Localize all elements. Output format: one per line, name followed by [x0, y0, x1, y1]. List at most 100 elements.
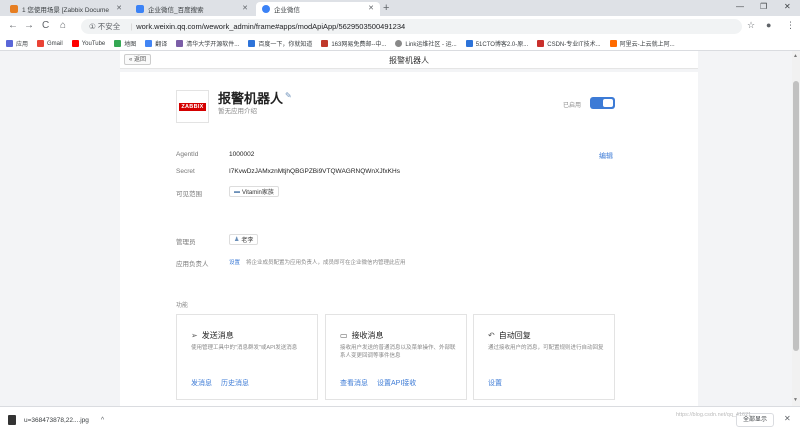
chevron-up-icon[interactable]: ^ — [101, 417, 104, 424]
bookmark-label: 阿里云-上云就上阿... — [619, 42, 675, 48]
edit-pencil-icon[interactable]: ✎ — [285, 91, 292, 100]
browser-toolbar: ← → C ⌂ ① 不安全 | work.weixin.qq.com/wewor… — [0, 16, 800, 37]
agentid-value: 1000002 — [229, 151, 255, 158]
download-filename: u=368473878,22....jpg — [24, 416, 89, 424]
bookmark-label: 翻译 — [155, 42, 168, 48]
owner-hint: 将企业成员配置为应用负责人，成员即可在企业微信内管理此应用 — [246, 260, 406, 266]
view-messages-link[interactable]: 查看消息 — [340, 380, 368, 387]
sub-header: « 返回 报警机器人 — [120, 51, 698, 69]
minimize-icon[interactable]: — — [736, 2, 744, 11]
baidu-icon — [248, 40, 256, 47]
auto-reply-card: ↶ 自动回复 通过接收用户的消息，可配置规则进行自动回复 设置 — [473, 314, 615, 400]
tab-title: 1 您使用场景 [Zabbix Docume — [22, 7, 110, 14]
close-window-icon[interactable]: ✕ — [784, 2, 791, 11]
bookmark-maps[interactable]: 地图 — [114, 39, 136, 48]
address-separator: | — [130, 22, 133, 31]
tab-title: 企业微信 — [274, 7, 300, 14]
url-text: work.weixin.qq.com/wework_admin/frame#ap… — [136, 22, 406, 31]
youtube-icon — [71, 40, 79, 47]
page-viewport: « 返回 报警机器人 ZABBIX 报警机器人 ✎ 暂无应用介绍 已启用 Age… — [0, 51, 792, 406]
admin-chip[interactable]: ♟ 老李 — [229, 234, 259, 245]
chat-icon: ▭ — [340, 331, 348, 340]
owner-label: 应用负责人 — [176, 261, 209, 268]
tab-zabbix-docs[interactable]: 1 您使用场景 [Zabbix Docume ✕ — [4, 2, 128, 16]
forward-arrow-icon[interactable]: → — [24, 20, 34, 31]
bookmark-label: 地图 — [124, 42, 137, 48]
bookmark-star-icon[interactable]: ☆ — [747, 20, 755, 31]
user-icon: ♟ — [234, 237, 240, 243]
aliyun-icon — [609, 40, 617, 47]
page-scrollbar[interactable]: ▲ ▼ — [792, 51, 800, 406]
bookmark-apps[interactable]: 应用 — [6, 39, 28, 48]
scroll-up-icon[interactable]: ▲ — [793, 53, 798, 59]
bookmark-163-mail[interactable]: 163网易免费邮--中... — [321, 39, 386, 48]
new-tab-icon[interactable]: + — [383, 2, 389, 14]
cto-icon — [465, 40, 473, 47]
scroll-down-icon[interactable]: ▼ — [793, 397, 798, 403]
zabbix-logo-text: ZABBIX — [179, 102, 206, 111]
set-api-receive-link[interactable]: 设置API接收 — [377, 380, 416, 387]
reply-icon: ↶ — [488, 331, 495, 340]
zabbix-favicon-icon — [10, 5, 18, 13]
auto-reply-settings-link[interactable]: 设置 — [488, 380, 502, 387]
home-icon[interactable]: ⌂ — [60, 20, 66, 31]
bookmark-51cto[interactable]: 51CTO博客2.0-原... — [465, 39, 528, 48]
functions-section-title: 功能 — [176, 303, 189, 309]
gmail-icon — [37, 40, 45, 47]
bookmark-youtube[interactable]: YouTube — [71, 40, 106, 47]
profile-avatar-icon[interactable]: ● — [766, 20, 771, 30]
mail-163-icon — [321, 40, 329, 47]
edit-link[interactable]: 编辑 — [599, 151, 613, 161]
scrollbar-thumb[interactable] — [793, 81, 799, 351]
security-indicator[interactable]: ① 不安全 — [89, 21, 120, 32]
csdn-icon — [537, 40, 545, 47]
card-title: 自动回复 — [498, 331, 531, 340]
close-tab-icon[interactable]: ✕ — [242, 4, 248, 12]
download-item[interactable]: u=368473878,22....jpg ^ — [8, 412, 104, 428]
wework-favicon-icon — [262, 5, 270, 13]
reload-icon[interactable]: C — [42, 20, 49, 31]
address-bar[interactable]: ① 不安全 | work.weixin.qq.com/wework_admin/… — [81, 19, 742, 34]
back-arrow-icon[interactable]: ← — [8, 20, 18, 31]
download-bar: u=368473878,22....jpg ^ 全部显示 ✕ — [0, 406, 800, 432]
bookmark-tsinghua-mirror[interactable]: 清华大学开源软件... — [176, 39, 239, 48]
bookmark-aliyun[interactable]: 阿里云-上云就上阿... — [609, 39, 675, 48]
app-logo: ZABBIX — [176, 90, 209, 123]
department-chip[interactable]: ▬ Vitamin家族 — [229, 186, 279, 197]
bookmark-gmail[interactable]: Gmail — [37, 40, 63, 47]
browser-tab-strip: 1 您使用场景 [Zabbix Docume ✕ 企业微信_百度搜索 ✕ 企业微… — [0, 0, 800, 16]
tab-title: 企业微信_百度搜索 — [148, 7, 204, 14]
bookmark-csdn[interactable]: CSDN-专业IT技术... — [537, 39, 601, 48]
close-download-bar-icon[interactable]: ✕ — [784, 414, 791, 423]
app-description: 暂无应用介绍 — [218, 108, 257, 115]
secret-value: I7KvwDzJAMxznMtjhQBGPZBi9VTQWAGRNQWnXJfx… — [229, 168, 400, 175]
enable-toggle[interactable] — [590, 97, 615, 109]
folder-icon: ▬ — [234, 188, 240, 195]
tab-baidu-search[interactable]: 企业微信_百度搜索 ✕ — [130, 2, 254, 16]
bookmark-link-ops[interactable]: Link运维社区 - 运... — [395, 39, 457, 48]
admin-name: 老李 — [241, 238, 254, 244]
agentid-label: AgentId — [176, 151, 199, 158]
bookmark-label: 百度一下，你就知道 — [258, 42, 313, 48]
bookmark-label: YouTube — [81, 40, 106, 47]
department-name: Vitamin家族 — [242, 190, 274, 196]
tab-wework[interactable]: 企业微信 ✕ — [256, 2, 380, 16]
baidu-favicon-icon — [136, 5, 144, 13]
bookmark-label: Link运维社区 - 运... — [405, 42, 457, 48]
tsinghua-icon — [176, 40, 184, 47]
bookmark-baidu[interactable]: 百度一下，你就知道 — [248, 39, 312, 48]
bookmark-label: CSDN-专业IT技术... — [547, 42, 601, 48]
maximize-icon[interactable]: ❐ — [760, 2, 767, 11]
owner-set-link[interactable]: 设置 — [229, 260, 240, 266]
history-message-link[interactable]: 历史消息 — [221, 380, 249, 387]
secret-label: Secret — [176, 168, 195, 175]
toggle-knob — [603, 99, 613, 107]
browser-menu-icon[interactable]: ⋮ — [786, 20, 795, 31]
close-tab-icon[interactable]: ✕ — [116, 4, 122, 12]
send-message-link[interactable]: 发消息 — [191, 380, 212, 387]
card-description: 使用管理工具中的"消息群发"或API发送消息 — [191, 345, 298, 351]
bookmark-translate[interactable]: 翻译 — [145, 39, 167, 48]
card-title: 发送消息 — [201, 331, 234, 340]
receive-message-card: ▭ 接收消息 接收用户发送的普通消息以及菜单操作、外部联系人变更回调等事件信息 查… — [325, 314, 467, 400]
close-tab-icon[interactable]: ✕ — [368, 4, 374, 12]
